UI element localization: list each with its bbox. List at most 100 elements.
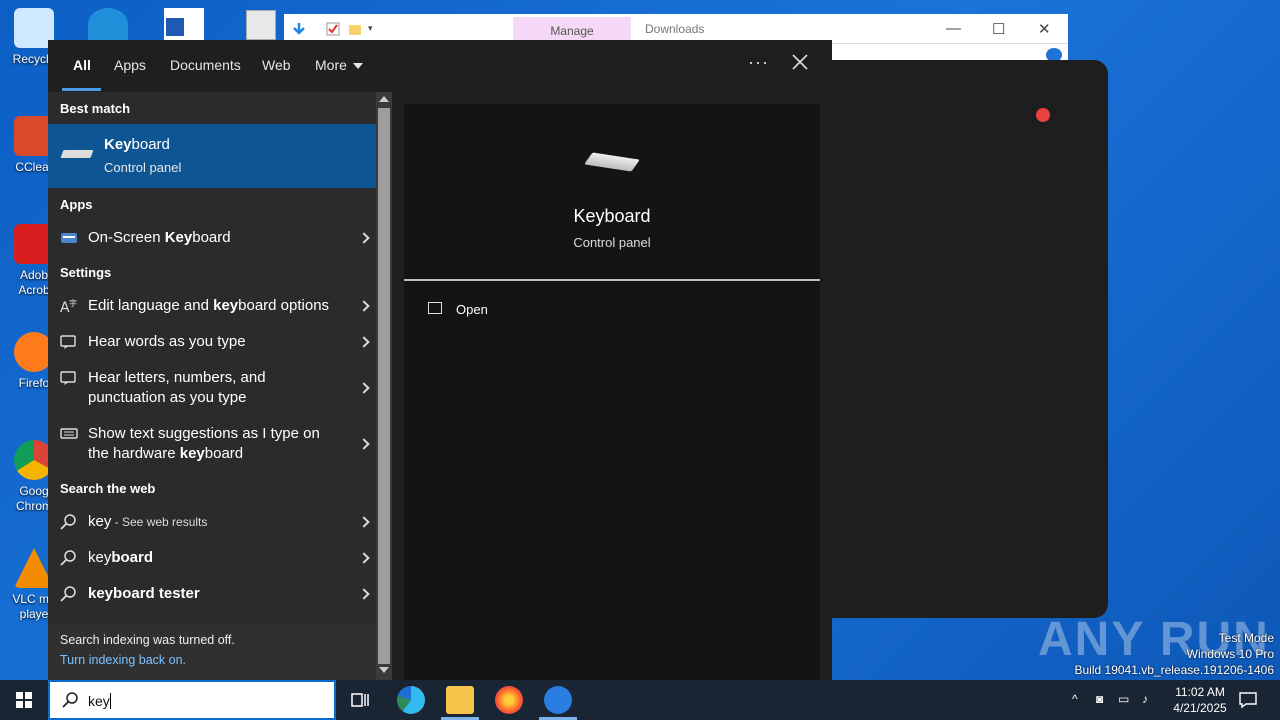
label-part: board options bbox=[238, 297, 330, 314]
result-label: Edit language and keyboard options bbox=[88, 296, 338, 316]
edge-desktop-icon[interactable] bbox=[88, 8, 128, 40]
scroll-up-arrow-icon[interactable] bbox=[379, 96, 389, 102]
chevron-down-icon bbox=[352, 63, 363, 70]
download-arrow-icon[interactable] bbox=[292, 22, 306, 36]
chevron-right-icon[interactable] bbox=[358, 588, 370, 600]
results-scrollbar[interactable] bbox=[376, 92, 392, 680]
maximize-icon[interactable]: ☐ bbox=[992, 20, 1005, 38]
title-match-bold: Key bbox=[104, 136, 132, 153]
word-document-icon[interactable] bbox=[164, 8, 204, 40]
tab-more-label: More bbox=[315, 57, 347, 73]
edge-icon[interactable] bbox=[397, 686, 425, 714]
search-icon bbox=[60, 514, 76, 530]
best-match-title: Keyboard bbox=[104, 136, 170, 153]
notifications-icon[interactable] bbox=[1238, 690, 1258, 710]
search-query: key bbox=[88, 693, 111, 709]
text-caret bbox=[109, 693, 111, 709]
network-icon[interactable]: ▭ bbox=[1118, 692, 1129, 706]
chevron-right-icon[interactable] bbox=[358, 552, 370, 564]
close-icon[interactable] bbox=[790, 52, 810, 72]
clock-date: 4/21/2025 bbox=[1173, 701, 1227, 715]
search-query-text: key bbox=[88, 693, 110, 709]
web-result-keyboard-tester[interactable]: keyboard tester bbox=[48, 576, 376, 612]
tab-documents[interactable]: Documents bbox=[170, 57, 241, 73]
image-file-icon[interactable] bbox=[246, 10, 276, 40]
indexing-status-text: Search indexing was turned off. bbox=[60, 633, 235, 647]
chevron-right-icon[interactable] bbox=[358, 336, 370, 348]
label-line: the hardware keyboard bbox=[88, 444, 338, 464]
app-result-on-screen-keyboard[interactable]: On-Screen Keyboard bbox=[48, 220, 376, 256]
volume-icon[interactable]: ♪ bbox=[1142, 692, 1148, 706]
best-match-result[interactable]: Keyboard Control panel bbox=[48, 124, 376, 188]
search-filter-tabs: All Apps Documents Web More ··· bbox=[48, 40, 832, 92]
os-watermark: Test Mode Windows 10 Pro Build 19041.vb_… bbox=[1075, 630, 1275, 678]
system-clock[interactable]: 11:02 AM 4/21/2025 bbox=[1160, 684, 1240, 716]
result-label: On-Screen Keyboard bbox=[88, 228, 338, 248]
keyboard-icon bbox=[584, 152, 640, 172]
search-results-list: Best match Keyboard Control panel Apps O… bbox=[48, 92, 376, 680]
more-options-icon[interactable]: ··· bbox=[748, 52, 769, 73]
web-result-keyboard[interactable]: keyboard bbox=[48, 540, 376, 576]
chevron-right-icon[interactable] bbox=[358, 300, 370, 312]
settings-result-edit-language[interactable]: A字 Edit language and keyboard options bbox=[48, 288, 376, 324]
taskbar-search-input[interactable]: key bbox=[48, 680, 336, 720]
result-label: Hear letters, numbers, and punctuation a… bbox=[88, 368, 338, 408]
keyboard-settings-icon bbox=[60, 428, 78, 439]
chevron-right-icon[interactable] bbox=[358, 232, 370, 244]
result-preview-pane: Keyboard Control panel Open bbox=[404, 104, 820, 680]
result-label: key - See web results bbox=[88, 512, 338, 532]
tab-web[interactable]: Web bbox=[262, 57, 291, 73]
new-folder-icon[interactable] bbox=[348, 22, 362, 36]
watermark-line: Windows 10 Pro bbox=[1186, 647, 1274, 661]
label-part: On-Screen bbox=[88, 229, 165, 246]
tab-more[interactable]: More bbox=[315, 57, 363, 73]
windows-start-icon[interactable] bbox=[0, 680, 48, 720]
turn-indexing-on-link[interactable]: Turn indexing back on. bbox=[60, 653, 186, 667]
preview-divider bbox=[404, 279, 820, 281]
tab-all[interactable]: All bbox=[73, 57, 91, 73]
file-explorer-icon[interactable] bbox=[446, 686, 474, 714]
open-icon bbox=[428, 302, 442, 314]
tab-apps[interactable]: Apps bbox=[114, 57, 146, 73]
chevron-up-icon[interactable]: ^ bbox=[1072, 692, 1078, 706]
open-action[interactable]: Open bbox=[404, 294, 820, 326]
keyboard-icon bbox=[60, 150, 94, 158]
result-label: Hear words as you type bbox=[88, 333, 246, 350]
narrator-icon bbox=[60, 335, 76, 349]
label-part: Edit language and bbox=[88, 297, 214, 314]
minimize-icon[interactable]: — bbox=[946, 20, 961, 37]
watermark-line: Build 19041.vb_release.191206-1406 bbox=[1074, 663, 1275, 677]
quick-access-dropdown-icon[interactable]: ▾ bbox=[368, 23, 373, 34]
label-part: board bbox=[192, 229, 231, 246]
close-window-icon[interactable]: ✕ bbox=[1038, 20, 1051, 38]
search-icon bbox=[60, 586, 76, 602]
settings-result-text-suggestions[interactable]: Show text suggestions as I type on the h… bbox=[48, 416, 376, 472]
settings-result-hear-words[interactable]: Hear words as you type bbox=[48, 324, 376, 360]
preview-subtitle: Control panel bbox=[573, 235, 651, 250]
language-settings-icon: A字 bbox=[60, 298, 77, 314]
label-bold: key bbox=[213, 297, 239, 314]
web-result-key[interactable]: key - See web results bbox=[48, 504, 376, 540]
open-action-label: Open bbox=[456, 302, 488, 317]
screen-app-eye-icon[interactable] bbox=[544, 686, 572, 714]
best-match-heading: Best match bbox=[60, 101, 131, 116]
label-part: the hardware bbox=[88, 445, 180, 462]
properties-check-icon[interactable] bbox=[326, 22, 340, 36]
firefox-icon[interactable] bbox=[495, 686, 523, 714]
chevron-right-icon[interactable] bbox=[358, 438, 370, 450]
label-bold: board bbox=[111, 549, 154, 566]
start-search-panel: All Apps Documents Web More ··· Best mat… bbox=[48, 40, 832, 680]
chevron-right-icon[interactable] bbox=[358, 382, 370, 394]
scroll-down-arrow-icon[interactable] bbox=[379, 667, 389, 673]
label-bold: keyboard tester bbox=[88, 585, 200, 602]
settings-result-hear-letters[interactable]: Hear letters, numbers, and punctuation a… bbox=[48, 360, 376, 416]
scrollbar-thumb[interactable] bbox=[378, 108, 390, 664]
task-view-icon[interactable] bbox=[346, 686, 374, 714]
clock-time: 11:02 AM bbox=[1175, 685, 1225, 699]
label-line: Hear letters, numbers, and bbox=[88, 369, 266, 386]
label-sub: - See web results bbox=[111, 515, 208, 529]
preview-title: Keyboard bbox=[573, 206, 651, 226]
chevron-right-icon[interactable] bbox=[358, 516, 370, 528]
label-line: Show text suggestions as I type on bbox=[88, 425, 320, 442]
meet-now-icon[interactable]: ◙ bbox=[1096, 692, 1103, 706]
